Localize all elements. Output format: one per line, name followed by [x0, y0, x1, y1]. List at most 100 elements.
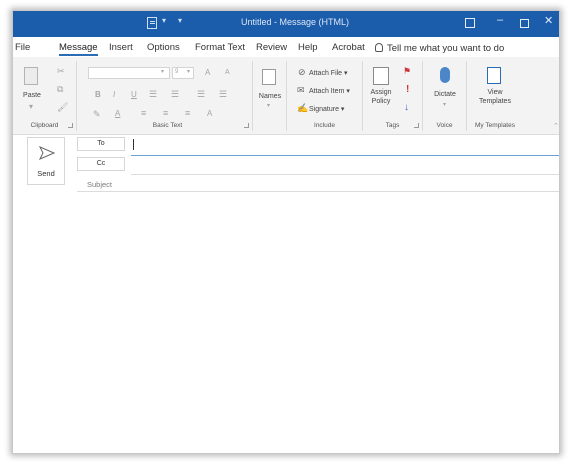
subject-field[interactable]	[131, 176, 559, 190]
tab-help[interactable]: Help	[298, 42, 318, 53]
subject-label: Subject	[87, 180, 113, 189]
numbering-icon[interactable]: ☰	[171, 90, 179, 99]
ribbon-display-options-icon[interactable]	[465, 18, 475, 28]
paperclip-icon: ⊘	[298, 67, 306, 77]
font-size-dropdown-icon[interactable]: ▾	[187, 69, 190, 75]
cc-field-underline	[131, 174, 559, 175]
clipboard-launcher-icon[interactable]	[68, 123, 73, 128]
voice-group: Dictate ▾ Voice	[423, 61, 467, 131]
bold-icon[interactable]: B	[95, 91, 101, 99]
templates-icon	[487, 67, 501, 84]
names-button[interactable]: Names ▾	[258, 65, 282, 109]
ribbon-tabs: File Message Insert Options Format Text …	[13, 38, 559, 56]
templates-group-label: My Templates	[475, 122, 515, 129]
names-dropdown-icon[interactable]: ▾	[267, 103, 270, 109]
italic-icon[interactable]: I	[113, 91, 115, 99]
voice-group-label: Voice	[436, 122, 453, 129]
paste-dropdown-icon[interactable]: ▾	[29, 103, 33, 111]
tab-format-text[interactable]: Format Text	[195, 42, 245, 53]
tab-options[interactable]: Options	[147, 42, 180, 53]
envelope-icon: ✉	[297, 85, 305, 95]
save-icon[interactable]	[147, 17, 157, 29]
dictate-dropdown-icon[interactable]: ▾	[443, 102, 446, 108]
clear-formatting-icon[interactable]: A	[207, 110, 212, 118]
include-group-label: Include	[314, 122, 335, 129]
address-book-icon	[262, 69, 276, 85]
title-bar: ▾ ▾ Untitled - Message (HTML) – ✕	[13, 11, 559, 37]
high-importance-icon[interactable]: !	[406, 85, 409, 95]
outlook-message-window: ▾ ▾ Untitled - Message (HTML) – ✕ File M…	[12, 10, 560, 454]
align-center-icon[interactable]: ≡	[163, 109, 168, 118]
lightbulb-icon	[375, 43, 383, 52]
grow-font-icon[interactable]: A	[205, 69, 210, 77]
highlight-icon[interactable]: ✎	[93, 110, 101, 119]
basic-text-group-label: Basic Text	[152, 122, 183, 129]
to-field-underline	[131, 155, 559, 156]
signature-icon: ✍	[297, 103, 309, 113]
low-importance-icon[interactable]: ↓	[404, 103, 409, 113]
paste-button[interactable]: Paste ▾	[21, 65, 43, 111]
names-label: Names	[258, 93, 282, 100]
window-title: Untitled - Message (HTML)	[241, 17, 350, 27]
assign-policy-label-1: Assign	[370, 89, 392, 96]
dictate-button[interactable]: Dictate ▾	[429, 65, 461, 115]
signature-button[interactable]: Signature ▾	[309, 105, 344, 113]
tab-message[interactable]: Message	[59, 42, 98, 56]
collapse-ribbon-icon[interactable]: ⌃	[553, 123, 559, 130]
shrink-font-icon[interactable]: A	[225, 69, 230, 76]
assign-policy-label-2: Policy	[371, 98, 391, 105]
align-left-icon[interactable]: ≡	[141, 109, 146, 118]
attach-file-button[interactable]: Attach File ▾	[309, 69, 348, 77]
attach-file-label: Attach File	[309, 70, 343, 77]
send-icon	[39, 146, 55, 160]
tab-file[interactable]: File	[15, 42, 30, 53]
send-label: Send	[37, 169, 55, 178]
basic-text-group: ▾ 9 ▾ A A B I U ☰ ☰ ☰ ☰ ✎ A ≡ ≡ ≡ A Basi…	[83, 61, 253, 131]
undo-dropdown-icon[interactable]: ▾	[162, 16, 166, 25]
tell-me-search[interactable]: Tell me what you want to do	[375, 42, 504, 54]
names-group: Names ▾	[253, 61, 287, 131]
minimize-icon[interactable]: –	[497, 14, 503, 26]
font-color-icon[interactable]: A	[115, 110, 120, 118]
format-painter-icon[interactable]: 🖌	[57, 103, 68, 112]
templates-group: View Templates My Templates	[467, 61, 523, 131]
font-name-field[interactable]	[88, 67, 170, 79]
font-name-dropdown-icon[interactable]: ▾	[161, 69, 164, 75]
bullets-icon[interactable]: ☰	[149, 90, 157, 99]
signature-label: Signature	[309, 106, 339, 113]
font-size-value: 9	[175, 69, 179, 75]
to-button[interactable]: To	[77, 137, 125, 151]
microphone-icon	[440, 67, 450, 83]
cc-button[interactable]: Cc	[77, 157, 125, 171]
close-icon[interactable]: ✕	[544, 14, 553, 27]
align-right-icon[interactable]: ≡	[185, 109, 190, 118]
copy-icon[interactable]: ⧉	[57, 85, 63, 94]
tab-acrobat[interactable]: Acrobat	[332, 42, 365, 53]
basic-text-launcher-icon[interactable]	[244, 123, 249, 128]
tab-review[interactable]: Review	[256, 42, 287, 53]
increase-indent-icon[interactable]: ☰	[219, 90, 227, 99]
view-templates-button[interactable]: View Templates	[473, 65, 517, 115]
to-field[interactable]	[131, 135, 559, 155]
view-templates-label-1: View	[487, 89, 503, 96]
customize-qat-icon[interactable]: ▾	[178, 16, 182, 25]
attach-item-label: Attach Item	[309, 88, 345, 95]
follow-up-flag-icon[interactable]: ⚑	[403, 67, 411, 76]
tags-launcher-icon[interactable]	[414, 123, 419, 128]
ribbon: Paste ▾ ✂ ⧉ 🖌 Clipboard ▾ 9 ▾ A A B I U …	[13, 57, 559, 135]
underline-icon[interactable]: U	[131, 91, 137, 99]
assign-policy-button[interactable]: Assign Policy	[367, 65, 395, 115]
send-button[interactable]: Send	[27, 137, 65, 185]
maximize-icon[interactable]	[520, 19, 529, 28]
cut-icon[interactable]: ✂	[57, 67, 65, 76]
dictate-label: Dictate	[434, 91, 456, 98]
cc-field[interactable]	[131, 157, 559, 173]
decrease-indent-icon[interactable]: ☰	[197, 90, 205, 99]
tab-insert[interactable]: Insert	[109, 42, 133, 53]
attach-item-button[interactable]: Attach Item ▾	[309, 87, 350, 95]
clipboard-group-label: Clipboard	[30, 122, 59, 129]
tell-me-label: Tell me what you want to do	[387, 43, 505, 54]
tags-group: Assign Policy ⚑ ! ↓ Tags	[363, 61, 423, 131]
message-body[interactable]	[13, 193, 559, 453]
paste-icon	[24, 67, 38, 85]
